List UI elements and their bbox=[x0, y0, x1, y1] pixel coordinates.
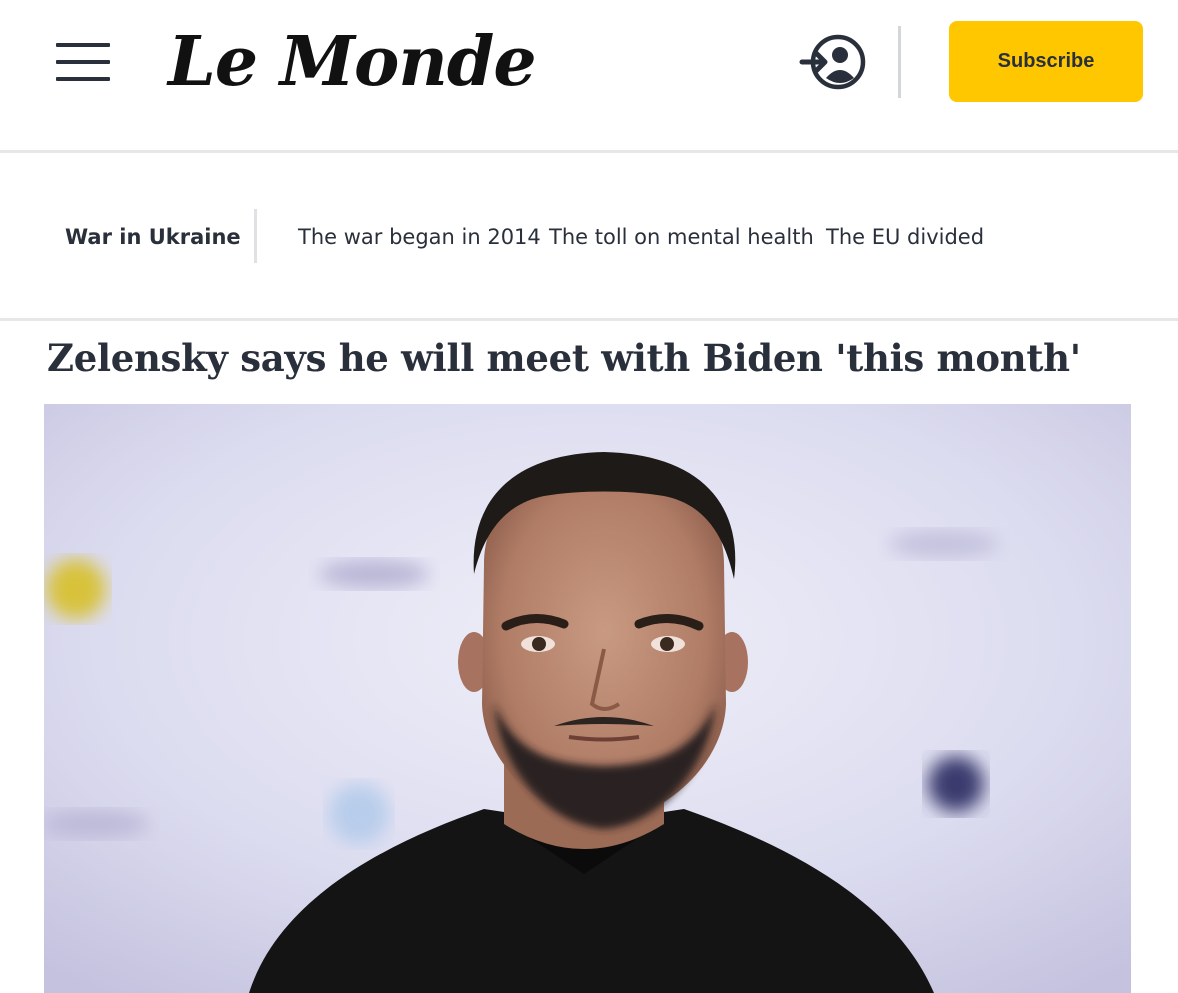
site-logo[interactable]: Le Monde bbox=[168, 22, 537, 102]
hamburger-menu-icon[interactable] bbox=[56, 43, 110, 81]
site-header: Le Monde Subscribe bbox=[0, 0, 1178, 150]
subnav-link-mental-health[interactable]: The toll on mental health bbox=[549, 225, 814, 249]
subnav-link-eu-divided[interactable]: The EU divided bbox=[826, 225, 984, 249]
subnav-topic-title[interactable]: War in Ukraine bbox=[65, 225, 241, 249]
subnav-divider bbox=[254, 209, 257, 263]
subscribe-button[interactable]: Subscribe bbox=[949, 21, 1143, 102]
subnav-link-war-began[interactable]: The war began in 2014 bbox=[298, 225, 541, 249]
header-divider bbox=[898, 26, 901, 98]
article-headline[interactable]: Zelensky says he will meet with Biden 't… bbox=[47, 336, 1147, 380]
user-login-icon[interactable] bbox=[798, 32, 868, 92]
subnav-rule bbox=[0, 318, 1178, 321]
menu-bar bbox=[56, 43, 110, 47]
article-photo[interactable] bbox=[44, 404, 1131, 993]
menu-bar bbox=[56, 77, 110, 81]
menu-bar bbox=[56, 60, 110, 64]
topic-subnav: War in Ukraine The war began in 2014 The… bbox=[0, 153, 1178, 318]
